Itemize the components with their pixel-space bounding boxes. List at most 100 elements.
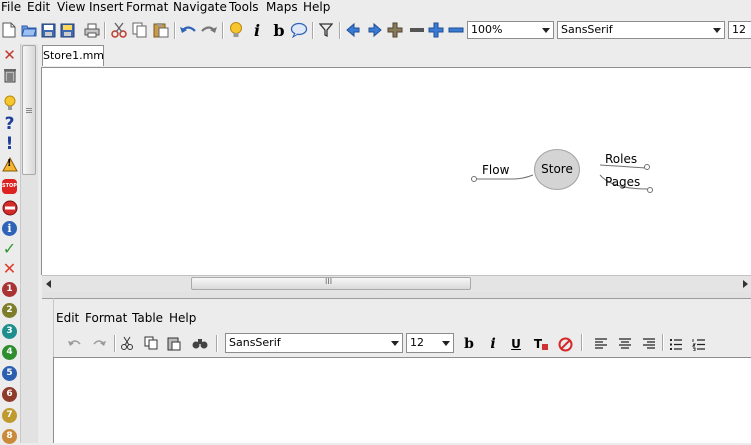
editor-menu-edit[interactable]: Edit: [56, 309, 79, 327]
expand-icon[interactable]: [386, 21, 404, 39]
font-value: SansSerif: [561, 23, 613, 36]
stop-icon[interactable]: STOP: [1, 178, 18, 195]
paste-icon[interactable]: [152, 21, 170, 39]
print-icon[interactable]: [83, 21, 101, 39]
toolbar-separator: [312, 22, 314, 39]
align-right-icon[interactable]: [640, 334, 658, 354]
cut-icon[interactable]: [118, 333, 136, 353]
priority-8-label: 8: [2, 429, 17, 444]
redo-icon[interactable]: [90, 333, 108, 353]
node-root-store[interactable]: Store: [534, 149, 580, 190]
editor-font-select[interactable]: SansSerif: [225, 333, 403, 353]
priority-8-icon[interactable]: 8: [1, 428, 18, 445]
color-swatch-icon: [542, 344, 549, 350]
priority-3-label: 3: [2, 324, 17, 339]
exclamation-icon[interactable]: !: [1, 134, 18, 154]
priority-3-icon[interactable]: 3: [1, 323, 18, 340]
clear-format-icon[interactable]: T: [532, 334, 550, 354]
info-icon[interactable]: i: [1, 220, 18, 237]
node-flow[interactable]: Flow: [482, 163, 509, 177]
delete-icon[interactable]: ✕: [1, 46, 18, 64]
fold-circle-roles[interactable]: [644, 164, 650, 170]
priority-6-icon[interactable]: 6: [1, 386, 18, 403]
back-icon[interactable]: [344, 21, 362, 39]
note-editor-area[interactable]: [53, 357, 751, 443]
bold-icon[interactable]: b: [460, 334, 478, 354]
menu-format[interactable]: Format: [125, 0, 169, 14]
priority-4-icon[interactable]: 4: [1, 344, 18, 361]
fold-circle-flow[interactable]: [471, 176, 477, 182]
lightbulb-icon[interactable]: [227, 21, 245, 39]
priority-1-icon[interactable]: 1: [1, 281, 18, 298]
editor-menu-format[interactable]: Format: [85, 309, 127, 327]
menu-file[interactable]: File: [0, 0, 22, 14]
tab-store1[interactable]: Store1.mm: [42, 45, 104, 66]
priority-2-icon[interactable]: 2: [1, 302, 18, 319]
undo-icon[interactable]: [66, 333, 84, 353]
paste-icon[interactable]: [165, 333, 183, 353]
scroll-right-icon[interactable]: [743, 280, 748, 288]
align-center-icon[interactable]: [616, 334, 634, 354]
zoom-out-icon[interactable]: [447, 21, 465, 39]
chevron-down-icon: [713, 28, 721, 33]
find-icon[interactable]: [191, 333, 209, 353]
copy-icon[interactable]: [142, 333, 160, 353]
question-icon[interactable]: ?: [1, 114, 18, 134]
undo-icon[interactable]: [179, 21, 197, 39]
italic-icon[interactable]: i: [248, 21, 266, 40]
redo-icon[interactable]: [200, 21, 218, 39]
node-pages[interactable]: Pages: [605, 175, 640, 189]
menu-edit[interactable]: Edit: [26, 0, 51, 14]
menu-view[interactable]: View: [56, 0, 86, 14]
editor-menu-help[interactable]: Help: [169, 309, 196, 327]
numbered-list-icon[interactable]: [690, 334, 708, 354]
trash-icon[interactable]: [1, 66, 18, 83]
bullet-list-icon[interactable]: [667, 334, 685, 354]
forward-icon[interactable]: [366, 21, 384, 39]
no-format-icon[interactable]: [556, 334, 574, 354]
italic-icon[interactable]: i: [484, 334, 502, 354]
zoom-in-icon[interactable]: [427, 21, 445, 39]
new-document-icon[interactable]: [0, 21, 18, 39]
menu-maps[interactable]: Maps: [265, 0, 299, 14]
filter-icon[interactable]: [317, 21, 335, 39]
icon-sidebar-scroll-thumb[interactable]: [22, 45, 36, 175]
menu-insert[interactable]: Insert: [88, 0, 124, 14]
idea-icon[interactable]: [1, 94, 18, 111]
cloud-icon[interactable]: [290, 21, 308, 39]
node-roles[interactable]: Roles: [605, 152, 637, 166]
warning-icon[interactable]: !: [1, 156, 18, 173]
save-as-icon[interactable]: [58, 21, 76, 39]
menu-tools[interactable]: Tools: [228, 0, 260, 14]
copy-icon[interactable]: [131, 21, 149, 39]
fold-circle-pages[interactable]: [647, 187, 653, 193]
bold-icon[interactable]: b: [270, 21, 288, 40]
check-icon[interactable]: ✓: [1, 239, 18, 258]
menu-navigate[interactable]: Navigate: [172, 0, 228, 14]
info-glyph: i: [2, 221, 17, 236]
collapse-icon[interactable]: [408, 21, 426, 39]
cut-icon[interactable]: [110, 21, 128, 39]
zoom-select[interactable]: 100%: [467, 21, 554, 39]
editor-menu-table[interactable]: Table: [132, 309, 163, 327]
mindmap-canvas[interactable]: Flow Store Roles Pages: [41, 67, 751, 275]
font-select[interactable]: SansSerif: [557, 21, 725, 39]
underline-icon[interactable]: U: [507, 334, 525, 354]
save-icon[interactable]: [39, 21, 57, 39]
map-scroll-thumb[interactable]: III: [191, 277, 471, 290]
menu-help[interactable]: Help: [302, 0, 331, 14]
priority-7-icon[interactable]: 7: [1, 407, 18, 424]
toolbar-separator: [104, 22, 106, 39]
align-left-icon[interactable]: [592, 334, 610, 354]
open-folder-icon[interactable]: [20, 21, 38, 39]
cross-icon[interactable]: ✕: [1, 259, 18, 278]
split-pane-divider[interactable]: [42, 292, 751, 299]
scroll-left-icon[interactable]: [46, 280, 51, 288]
clear-format-label: T: [533, 337, 543, 351]
priority-5-icon[interactable]: 5: [1, 365, 18, 382]
size-select[interactable]: 12: [728, 21, 751, 39]
no-entry-icon[interactable]: [1, 199, 18, 216]
priority-6-label: 6: [2, 387, 17, 402]
toolbar-separator: [339, 22, 341, 39]
editor-size-select[interactable]: 12: [406, 333, 454, 353]
